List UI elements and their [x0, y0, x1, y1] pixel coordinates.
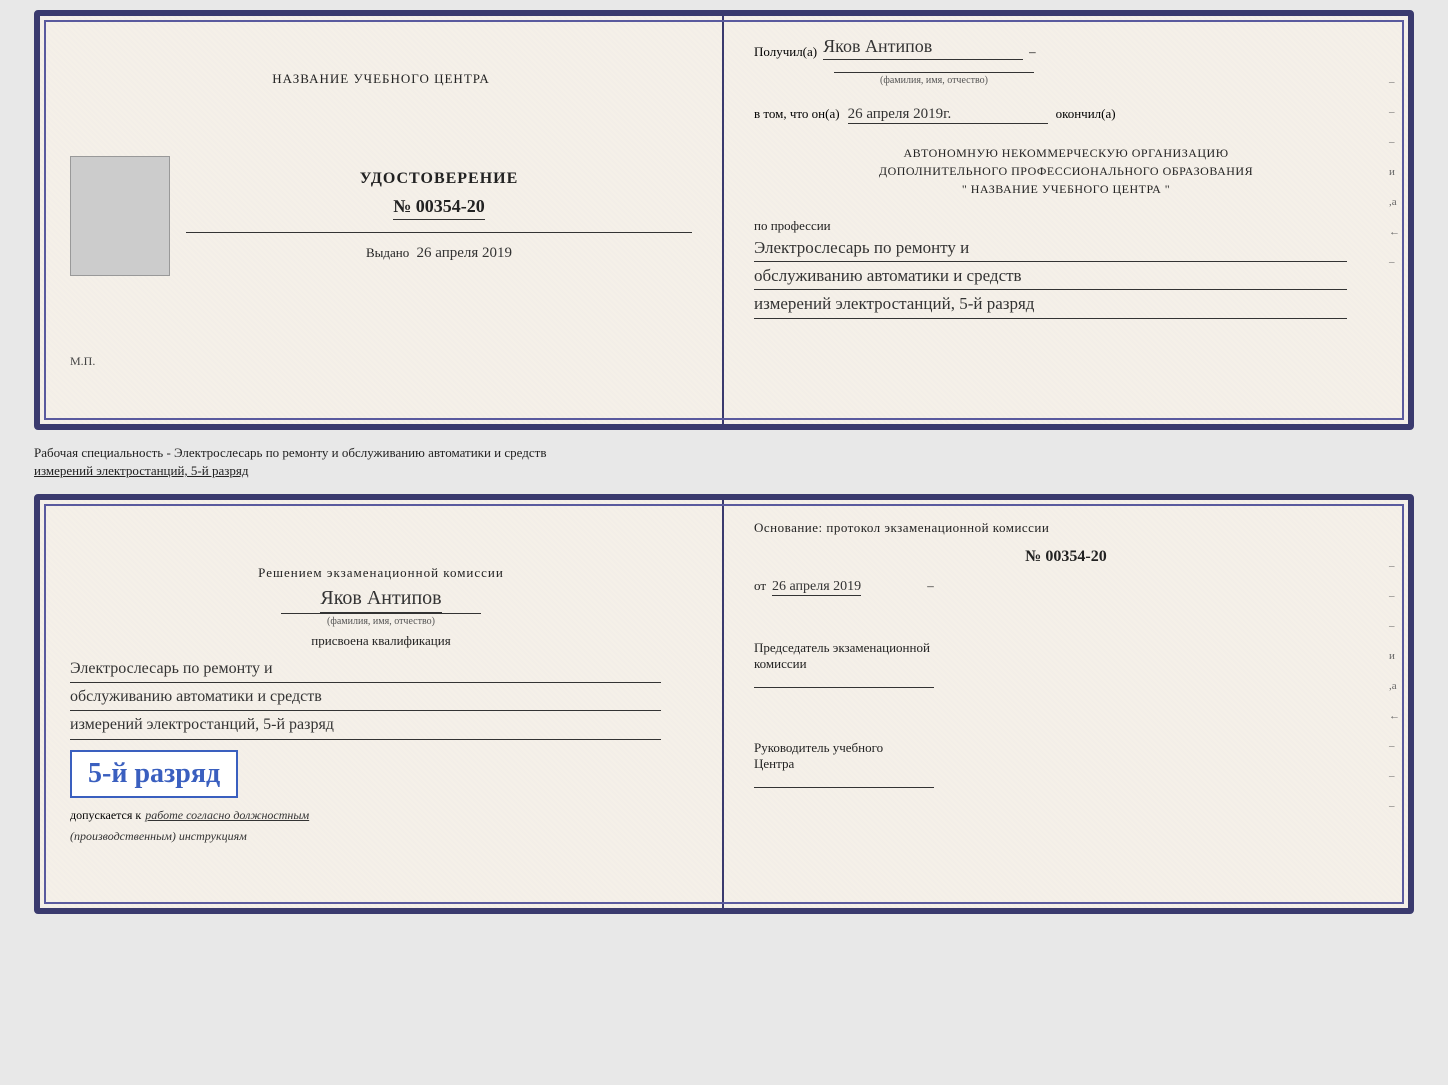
margin-chars-bottom: – – – и ,а ← – – – — [1389, 560, 1400, 812]
qual-line1: Электрослесарь по ремонту и — [70, 655, 661, 683]
qual-line2: обслуживанию автоматики и средств — [70, 683, 661, 711]
recipient-section: Получил(а) Яков Антипов – — [754, 36, 1378, 60]
in-that-section: в том, что он(а) 26 апреля 2019г. окончи… — [754, 106, 1378, 124]
bottom-document: Решением экзаменационной комиссии Яков А… — [34, 494, 1414, 914]
qualification-section: Электрослесарь по ремонту и обслуживанию… — [70, 655, 692, 740]
issued-prefix: Выдано — [366, 245, 409, 260]
org-line1: АВТОНОМНУЮ НЕКОММЕРЧЕСКУЮ ОРГАНИЗАЦИЮ — [754, 144, 1378, 162]
bottom-left-content: Решением экзаменационной комиссии Яков А… — [70, 565, 692, 844]
director-line2: Центра — [754, 756, 1378, 772]
cert-label: УДОСТОВЕРЕНИЕ — [360, 170, 519, 188]
org-line3: " НАЗВАНИЕ УЧЕБНОГО ЦЕНТРА " — [754, 180, 1378, 198]
chairman-line2: комиссии — [754, 656, 1378, 672]
protocol-date: 26 апреля 2019 — [772, 579, 861, 596]
protocol-number: № 00354-20 — [754, 548, 1378, 566]
profession-label: по профессии — [754, 218, 1378, 234]
divider — [186, 232, 692, 233]
mp-label: М.П. — [70, 354, 95, 369]
issued-line: Выдано 26 апреля 2019 — [366, 245, 512, 262]
director-section: Руководитель учебного Центра — [754, 740, 1378, 792]
received-prefix: Получил(а) — [754, 44, 817, 60]
allowed-handwritten2: (производственным) инструкциям — [70, 829, 692, 844]
allowed-section: допускается к работе согласно должностны… — [70, 808, 692, 823]
chairman-line1: Председатель экзаменационной — [754, 640, 1378, 656]
bottom-right-panel: Основание: протокол экзаменационной коми… — [724, 500, 1408, 908]
separator-text: Рабочая специальность - Электрослесарь п… — [34, 445, 546, 460]
profession-line1: Электрослесарь по ремонту и — [754, 234, 1347, 262]
fio-label-bottom: (фамилия, имя, отчество) — [281, 613, 481, 627]
date-prefix: от — [754, 578, 766, 594]
photo-placeholder — [70, 156, 170, 276]
cert-number: № 00354-20 — [393, 196, 485, 220]
chairman-section: Председатель экзаменационной комиссии — [754, 640, 1378, 692]
director-line1: Руководитель учебного — [754, 740, 1378, 756]
allowed-prefix: допускается к — [70, 808, 141, 823]
in-that-prefix: в том, что он(а) — [754, 106, 840, 122]
assigned-label: присвоена квалификация — [70, 633, 692, 649]
cert-section: УДОСТОВЕРЕНИЕ № 00354-20 Выдано 26 апрел… — [70, 156, 692, 276]
profession-line2: обслуживанию автоматики и средств — [754, 262, 1347, 290]
qual-line3: измерений электростанций, 5-й разряд — [70, 711, 661, 739]
basis-label: Основание: протокол экзаменационной коми… — [754, 520, 1378, 536]
date-handwritten: 26 апреля 2019г. — [848, 106, 1048, 124]
top-document: НАЗВАНИЕ УЧЕБНОГО ЦЕНТРА УДОСТОВЕРЕНИЕ №… — [34, 10, 1414, 430]
allowed-handwritten: работе согласно должностным — [145, 808, 309, 823]
bottom-left-panel: Решением экзаменационной комиссии Яков А… — [40, 500, 724, 908]
org-section: АВТОНОМНУЮ НЕКОММЕРЧЕСКУЮ ОРГАНИЗАЦИЮ ДО… — [754, 144, 1378, 198]
profession-section: по профессии Электрослесарь по ремонту и… — [754, 218, 1378, 319]
separator-section: Рабочая специальность - Электрослесарь п… — [34, 440, 1414, 484]
person-name: Яков Антипов — [320, 587, 441, 613]
org-line2: ДОПОЛНИТЕЛЬНОГО ПРОФЕССИОНАЛЬНОГО ОБРАЗО… — [754, 162, 1378, 180]
school-name-top: НАЗВАНИЕ УЧЕБНОГО ЦЕНТРА — [272, 71, 489, 87]
decision-text: Решением экзаменационной комиссии — [70, 565, 692, 581]
margin-chars-top: – – – и ,а ← – — [1389, 76, 1400, 268]
profession-line3: измерений электростанций, 5-й разряд — [754, 290, 1347, 318]
cert-info: УДОСТОВЕРЕНИЕ № 00354-20 Выдано 26 апрел… — [186, 170, 692, 262]
separator-text2: измерений электростанций, 5-й разряд — [34, 463, 248, 478]
chairman-signature-line — [754, 672, 934, 688]
rank-badge: 5-й разряд — [70, 750, 238, 798]
top-left-panel: НАЗВАНИЕ УЧЕБНОГО ЦЕНТРА УДОСТОВЕРЕНИЕ №… — [40, 16, 724, 424]
issued-date: 26 апреля 2019 — [416, 245, 512, 261]
person-section: Яков Антипов (фамилия, имя, отчество) — [70, 587, 692, 627]
protocol-date-section: от 26 апреля 2019 – — [754, 578, 1378, 596]
recipient-name: Яков Антипов — [823, 36, 1023, 60]
fio-label-top: (фамилия, имя, отчество) — [834, 72, 1034, 86]
rank-badge-section: 5-й разряд — [70, 746, 692, 802]
top-right-panel: Получил(а) Яков Антипов – (фамилия, имя,… — [724, 16, 1408, 424]
finished-suffix: окончил(а) — [1056, 106, 1116, 122]
director-signature-line — [754, 772, 934, 788]
